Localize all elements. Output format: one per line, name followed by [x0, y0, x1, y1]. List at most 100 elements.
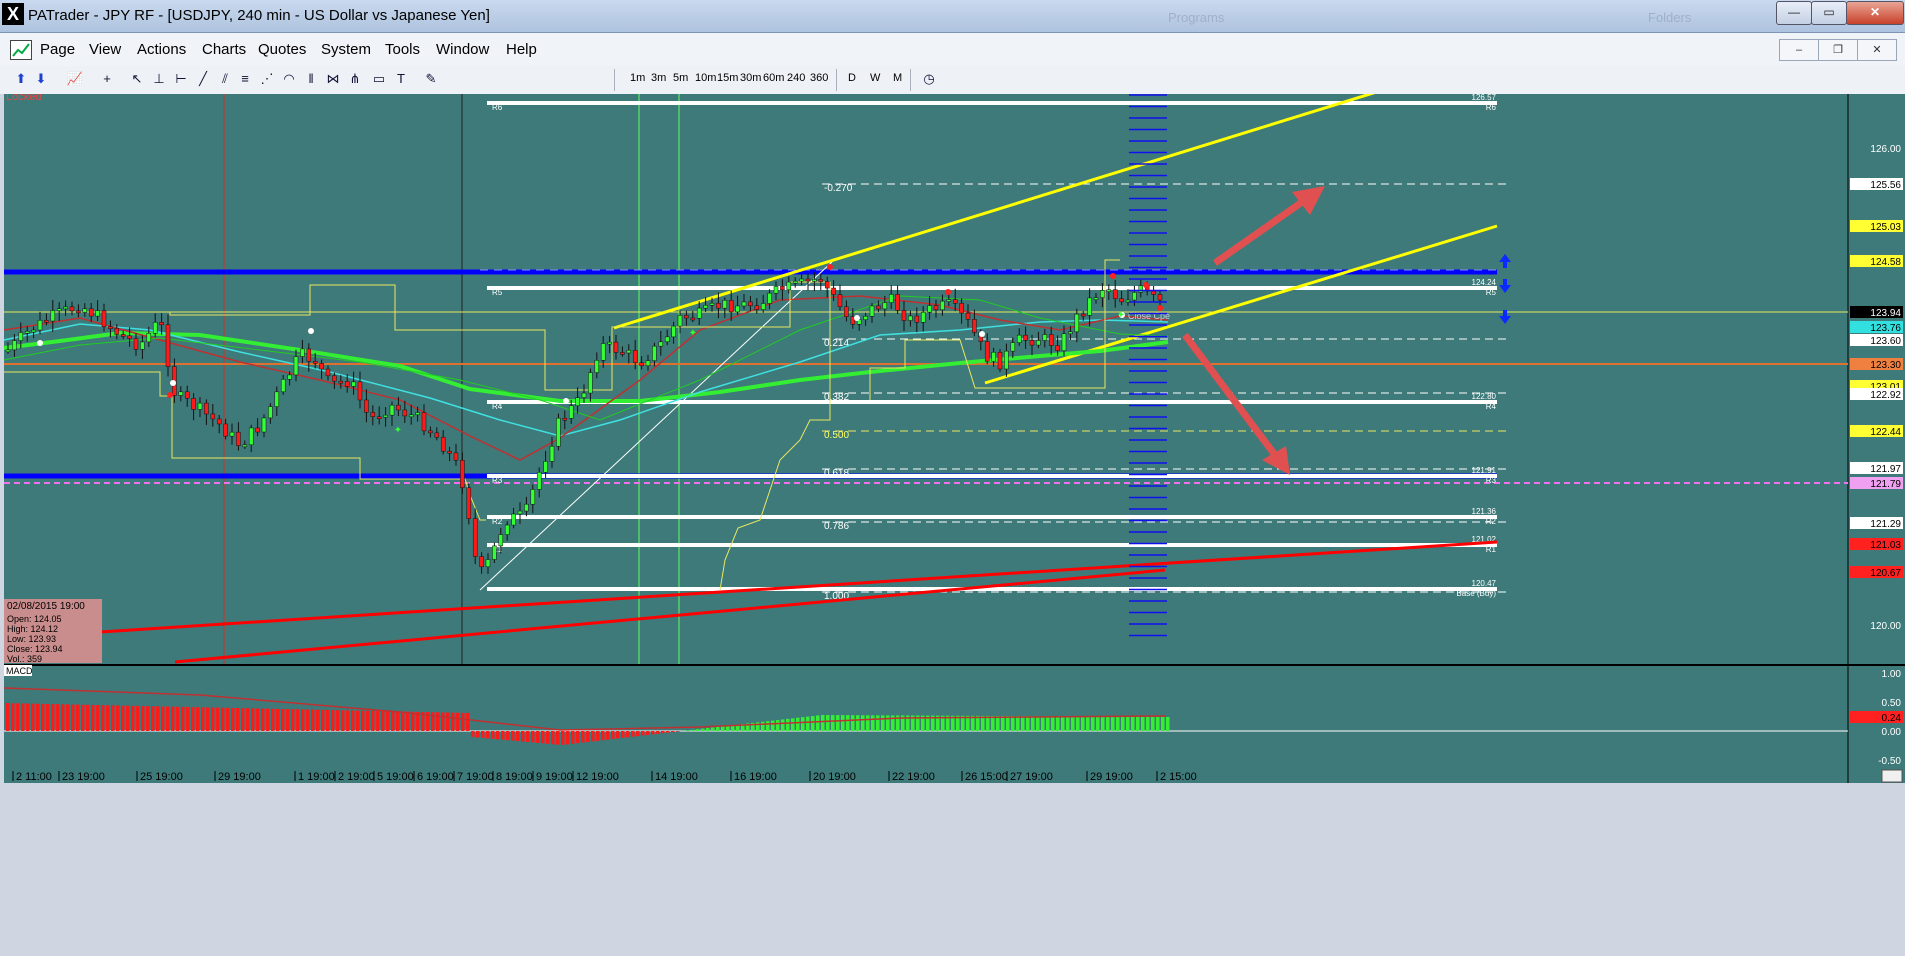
bull-candle	[722, 300, 728, 309]
bear-candle	[639, 362, 644, 366]
arrow-down-icon[interactable]: ⬇	[32, 70, 50, 88]
menu-help[interactable]: Help	[506, 41, 537, 58]
bull-candle	[1010, 342, 1016, 352]
ghost-tab-folders: Folders	[1648, 10, 1692, 25]
menu-tools[interactable]: Tools	[385, 41, 420, 58]
macd-histogram-bar	[151, 706, 155, 731]
pivot-left-label: R6	[492, 103, 503, 112]
arrow-up-icon[interactable]: ⬆	[12, 70, 30, 88]
bear-candle	[1119, 298, 1124, 303]
timeframe-M-button[interactable]: M	[893, 72, 902, 84]
bull-candle	[351, 381, 356, 387]
bear-candle	[472, 518, 478, 557]
menu-charts[interactable]: Charts	[202, 41, 246, 58]
gann-icon[interactable]: ⋈	[324, 70, 342, 88]
bear-candle	[1080, 313, 1086, 317]
maximize-button[interactable]: ▭	[1811, 1, 1847, 25]
bull-candle	[786, 281, 792, 291]
macd-histogram-bar	[86, 704, 90, 731]
bull-candle	[773, 286, 779, 294]
bear-candle	[1151, 290, 1156, 295]
timeframe-240-button[interactable]: 240	[787, 72, 805, 84]
bull-candle	[197, 402, 203, 410]
mdi-minimize-button[interactable]: –	[1779, 39, 1819, 61]
crosshair-icon[interactable]: +	[98, 70, 116, 88]
bear-candle	[479, 556, 484, 568]
timeframe-30m-button[interactable]: 30m	[740, 72, 761, 84]
bull-candle	[492, 545, 497, 560]
minimize-button[interactable]: —	[1776, 1, 1812, 25]
bull-candle	[280, 379, 286, 393]
window-title: PATrader - JPY RF - [USDJPY, 240 min - U…	[28, 7, 490, 24]
timeframe-15m-button[interactable]: 15m	[717, 72, 738, 84]
mdi-restore-button[interactable]: ❐	[1818, 39, 1858, 61]
pattern-dot-red	[945, 289, 951, 295]
macd-histogram-bar	[556, 731, 560, 745]
macd-histogram-bar	[636, 731, 640, 737]
bull-candle	[536, 472, 542, 490]
chart-area[interactable]: DataLockedINDEX126.00125.56125.03124.581…	[0, 94, 1905, 956]
fib-icon[interactable]: ≡	[236, 70, 254, 88]
time-label: 29 19:00	[218, 771, 261, 783]
bear-candle	[236, 431, 241, 446]
timeframe-3m-button[interactable]: 3m	[651, 72, 666, 84]
macd-histogram-bar	[346, 710, 350, 731]
timeframe-10m-button[interactable]: 10m	[695, 72, 716, 84]
trendline-icon[interactable]: ╱	[194, 70, 212, 88]
timeframe-5m-button[interactable]: 5m	[673, 72, 688, 84]
bull-candle	[1087, 297, 1092, 316]
hline-icon[interactable]: ⊥	[150, 70, 168, 88]
close-button[interactable]: ✕	[1846, 1, 1904, 25]
timeframe-1m-button[interactable]: 1m	[630, 72, 645, 84]
pencil-icon[interactable]: ✎	[422, 70, 440, 88]
timeframe-360-button[interactable]: 360	[810, 72, 828, 84]
bull-candle	[146, 333, 152, 343]
time-label: 25 19:00	[140, 771, 183, 783]
macd-histogram-bar	[841, 715, 845, 731]
channel-icon[interactable]: ⫽	[216, 70, 234, 88]
macd-histogram-bar	[586, 731, 590, 742]
macd-histogram-bar	[286, 709, 290, 731]
menu-quotes[interactable]: Quotes	[258, 41, 306, 58]
macd-histogram-bar	[1136, 716, 1140, 731]
macd-histogram-bar	[266, 708, 270, 731]
menu-window[interactable]: Window	[436, 41, 489, 58]
pitchfork-icon[interactable]: ⋔	[346, 70, 364, 88]
macd-histogram-bar	[456, 712, 460, 731]
mdi-close-button[interactable]: ✕	[1857, 39, 1897, 61]
rect-icon[interactable]: ▭	[370, 70, 388, 88]
bear-candle	[364, 399, 369, 413]
bear-candle	[434, 432, 440, 438]
fib-time-icon[interactable]: ‖	[302, 70, 320, 88]
text-icon[interactable]: T	[392, 70, 410, 88]
fib-arc-icon[interactable]: ◠	[280, 70, 298, 88]
bull-candle	[735, 305, 740, 313]
macd-histogram-bar	[141, 706, 145, 731]
bull-candle	[607, 341, 612, 345]
menu-page[interactable]: Page	[40, 41, 75, 58]
menu-actions[interactable]: Actions	[137, 41, 186, 58]
macd-histogram-bar	[6, 703, 10, 731]
line-chart-icon[interactable]: 📈	[66, 70, 84, 88]
fib-fan-icon[interactable]: ⋰	[258, 70, 276, 88]
macd-histogram-bar	[61, 704, 65, 731]
chart-window-icon[interactable]	[10, 40, 32, 60]
pattern-star-green: ✦	[1117, 310, 1125, 321]
macd-histogram-bar	[1126, 716, 1130, 731]
scroll-corner-button[interactable]	[1881, 769, 1903, 783]
macd-histogram-bar	[696, 729, 700, 731]
timeframe-D-button[interactable]: D	[848, 72, 856, 84]
vline-icon[interactable]: ⊢	[172, 70, 190, 88]
cursor-icon[interactable]: ↖	[128, 70, 146, 88]
bull-candle	[12, 340, 17, 351]
menu-view[interactable]: View	[89, 41, 121, 58]
time-label: 14 19:00	[655, 771, 698, 783]
timeframe-60m-button[interactable]: 60m	[763, 72, 784, 84]
timeframe-W-button[interactable]: W	[870, 72, 880, 84]
clock-icon[interactable]: ◷	[920, 70, 938, 88]
bear-candle	[421, 412, 427, 432]
bull-candle	[888, 294, 894, 303]
macd-histogram-bar	[656, 731, 660, 734]
menu-system[interactable]: System	[321, 41, 371, 58]
macd-histogram-bar	[296, 709, 300, 731]
